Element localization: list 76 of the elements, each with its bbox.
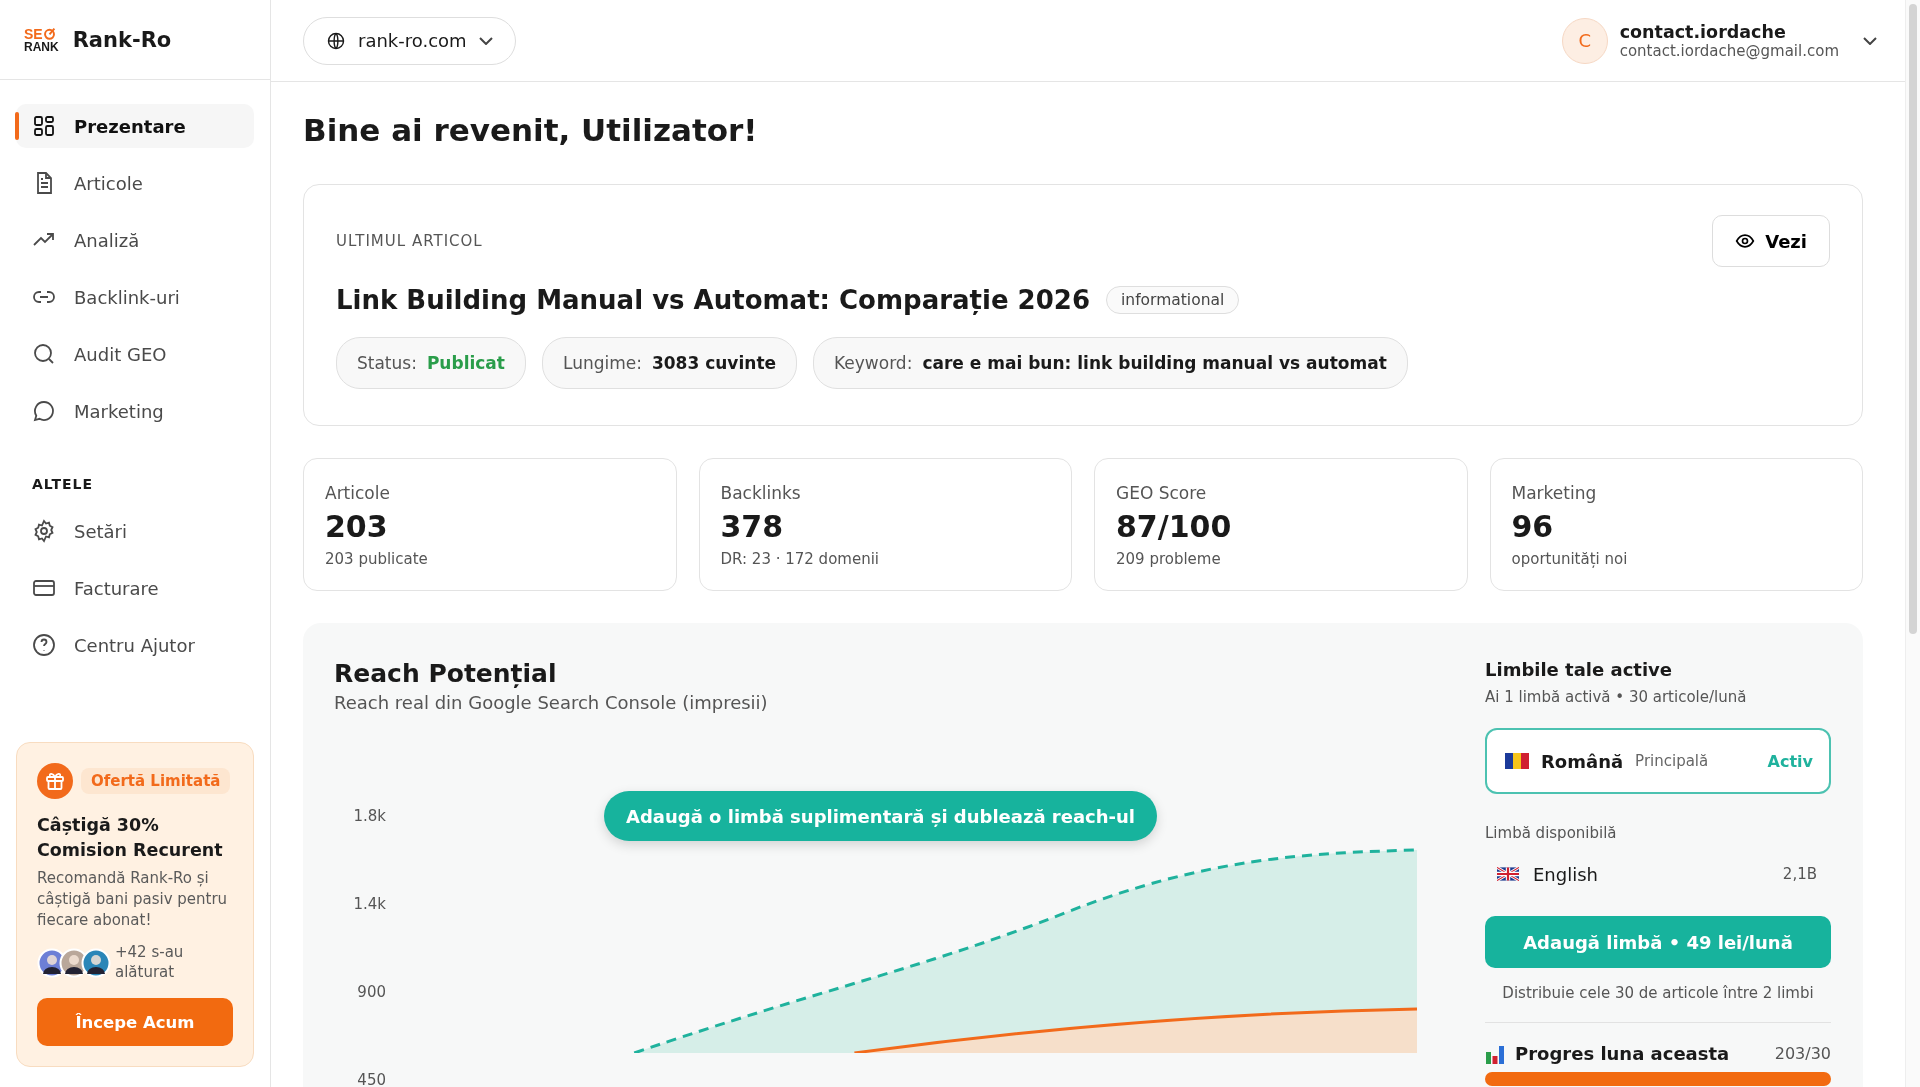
stat-value: 203 [325,509,389,544]
chevron-down-icon [478,36,493,45]
user-avatar: C [1561,17,1608,64]
axis-label: 450 [357,1070,386,1087]
languages-subtitle: Ai 1 limbă activă • 30 articole/lună [1485,688,1748,706]
chevron-down-icon[interactable] [1863,36,1877,45]
axis-label: 1.4k [353,894,386,914]
stat-value: 96 [1511,509,1555,544]
stat-label: Articole [325,483,391,503]
nav-item[interactable]: Setări [16,509,254,553]
view-button[interactable]: Vezi [1712,215,1830,267]
bar-chart-icon [1485,1043,1505,1064]
help-icon [32,633,56,657]
nav-item[interactable]: Facturare [16,566,254,610]
article-title: Link Building Manual vs Automat: Comparație 2026 [336,285,1090,315]
distribution-note: Distribuie cele 30 de articole între 2 limbi [1485,984,1831,1023]
language-status: Activ [1767,751,1813,771]
section-title: ALTELE [31,475,95,492]
meta-value: care e mai bun: link building manual vs automat [922,353,1387,373]
stat-value: 378 [720,509,785,544]
avatar-group-icon [37,947,111,978]
promo-title: Câștigă 30% Comision Recurent [37,814,224,862]
settings-icon [32,519,56,543]
stat-value: 87/100 [1116,509,1233,544]
meta-label: Lungime: [562,353,642,373]
meta-value: 3083 cuvinte [651,353,777,373]
nav-item[interactable]: Backlink-uri [16,275,254,319]
globe-icon [326,30,346,51]
stat-label: Backlinks [720,483,802,503]
progress-count: 203/30 [1774,1044,1831,1063]
site-selector[interactable]: rank-ro.com [303,16,516,65]
axis-label: 1.8k [353,806,386,826]
nav-item[interactable]: Prezentare [16,104,254,148]
nav-item[interactable]: Articole [16,161,254,205]
progress-label: Progres luna aceasta [1515,1043,1730,1064]
available-label: Limbă disponibilă [1485,824,1618,842]
user-name: contact.iordache [1619,21,1787,42]
logo-text: RANK [24,40,59,53]
language-role: Principală [1635,752,1709,770]
stat-label: Marketing [1511,483,1598,503]
eye-icon [1735,231,1756,251]
joined-count: +42 s-au alăturat [115,943,185,982]
section-label: ULTIMUL ARTICOL [336,232,483,250]
offer-badge: Ofertă Limitată [81,768,231,794]
chat-bubble-icon [32,399,56,423]
meta-label: Status: [357,353,417,373]
gift-icon [37,763,73,799]
stat-label: GEO Score [1116,483,1208,503]
language-name: Română [1541,750,1624,772]
axis-label: 900 [357,982,386,1002]
nav-item[interactable]: Marketing [16,389,254,433]
dashboard-icon [32,114,56,138]
chart-subtitle: Reach real din Google Search Console (impresii) [334,692,769,713]
page-title: Bine ai revenit, Utilizator! [303,112,759,148]
scrollbar-thumb[interactable] [1909,4,1917,634]
promo-text: Recomandă Rank-Ro și câștigă bani pasiv pentru fiecare abonat! [37,868,229,931]
chart-title: Reach Potențial [334,659,558,688]
meta-label: Keyword: [834,353,913,373]
nav-item[interactable]: Centru Ajutor [16,623,254,667]
flag-icon [1505,753,1529,769]
brand-name: Rank-Ro [72,27,172,52]
language-option[interactable]: English 2,1B [1485,846,1831,902]
user-email: contact.iordache@gmail.com [1619,41,1839,60]
logo-text: SE [24,26,43,41]
stat-detail: 209 probleme [1116,550,1222,568]
nav-item[interactable]: Audit GEO [16,332,254,376]
stat-detail: DR: 23 · 172 domenii [720,550,880,568]
nav-item[interactable]: Analiză [16,218,254,262]
stat-detail: 203 publicate [325,550,429,568]
languages-title: Limbile tale active [1485,659,1674,680]
target-icon [42,27,56,40]
search-icon [32,342,56,366]
stat-detail: oportunități noi [1511,550,1629,568]
meta-value: Publicat [426,353,505,373]
article-tag: informational [1106,286,1240,314]
flag-icon [1497,867,1519,881]
